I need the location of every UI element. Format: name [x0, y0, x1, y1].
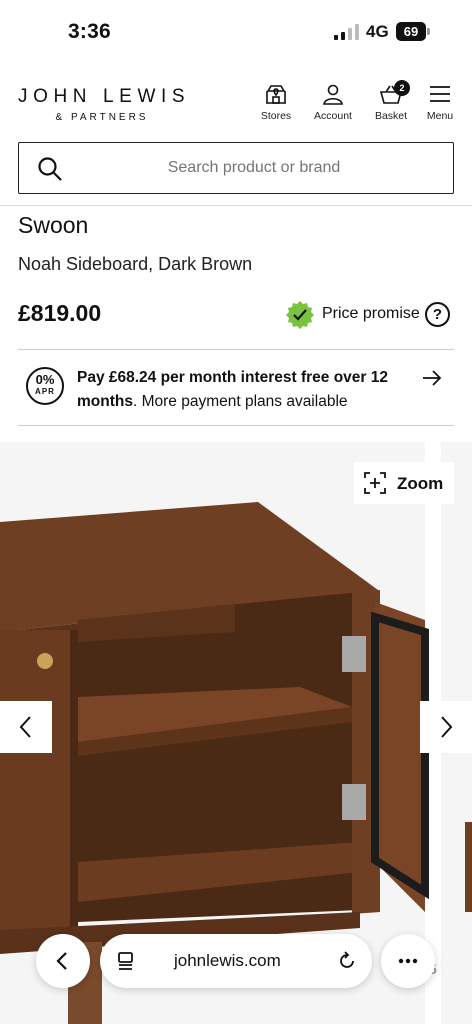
network-type: 4G [366, 22, 389, 41]
product-price: £819.00 [18, 300, 102, 326]
page-settings-icon [118, 952, 133, 970]
zoom-in-icon [364, 472, 386, 494]
arrow-right-icon[interactable] [420, 366, 444, 390]
account-label: Account [314, 110, 352, 122]
product-brand[interactable]: Swoon [18, 212, 88, 239]
hamburger-icon [430, 86, 450, 102]
next-image-button[interactable] [420, 701, 472, 753]
finance-offer-rest: . More payment plans available [132, 393, 348, 410]
zero-apr-icon: 0% APR [26, 367, 64, 405]
menu-button[interactable]: Menu [422, 82, 458, 122]
apr-percent: 0% [35, 372, 55, 387]
zoom-button[interactable]: Zoom [354, 462, 454, 504]
search-icon [38, 157, 62, 181]
john-lewis-logo[interactable]: JOHN LEWIS & PARTNERS [18, 86, 190, 123]
divider [18, 349, 454, 350]
url-text: johnlewis.com [174, 951, 281, 970]
help-icon[interactable]: ? [425, 302, 450, 327]
logo-line1: JOHN LEWIS [18, 86, 191, 107]
zoom-label: Zoom [397, 474, 444, 493]
status-bar: 3:36 4G 69 [0, 0, 472, 64]
chevron-right-icon [441, 716, 453, 738]
stores-label: Stores [260, 110, 292, 122]
signal-icon [334, 24, 359, 40]
logo-line2: & PARTNERS [55, 112, 149, 123]
chevron-left-icon [56, 952, 67, 970]
stores-button[interactable]: Stores [258, 82, 294, 122]
battery-level: 69 [396, 22, 426, 41]
address-bar[interactable]: johnlewis.com [100, 934, 372, 988]
battery-icon: 69 [396, 22, 430, 41]
menu-label: Menu [426, 110, 454, 122]
apr-label: APR [35, 387, 55, 396]
previous-image-button[interactable] [0, 701, 52, 753]
account-icon [323, 84, 343, 105]
more-options-button[interactable] [381, 934, 435, 988]
store-icon [266, 85, 286, 104]
basket-button[interactable]: 2 Basket [371, 80, 411, 122]
basket-label: Basket [374, 110, 408, 122]
chevron-left-icon [19, 716, 31, 738]
site-header: JOHN LEWIS & PARTNERS Stores Account 2 B… [0, 72, 472, 132]
basket-count-badge: 2 [394, 80, 410, 96]
price-promise-badge-icon [286, 301, 314, 329]
browser-back-button[interactable] [36, 934, 90, 988]
search-bar[interactable] [18, 142, 454, 194]
account-button[interactable]: Account [311, 82, 355, 122]
status-time: 3:36 [68, 20, 111, 43]
divider [18, 425, 454, 426]
product-title: Noah Sideboard, Dark Brown [18, 254, 253, 274]
header-divider [0, 205, 472, 206]
reload-icon[interactable] [336, 950, 358, 972]
finance-offer[interactable]: Pay £68.24 per month interest free over … [77, 366, 407, 414]
price-promise-label: Price promise [322, 305, 420, 322]
search-input[interactable] [79, 153, 429, 183]
ellipsis-icon [398, 958, 418, 964]
